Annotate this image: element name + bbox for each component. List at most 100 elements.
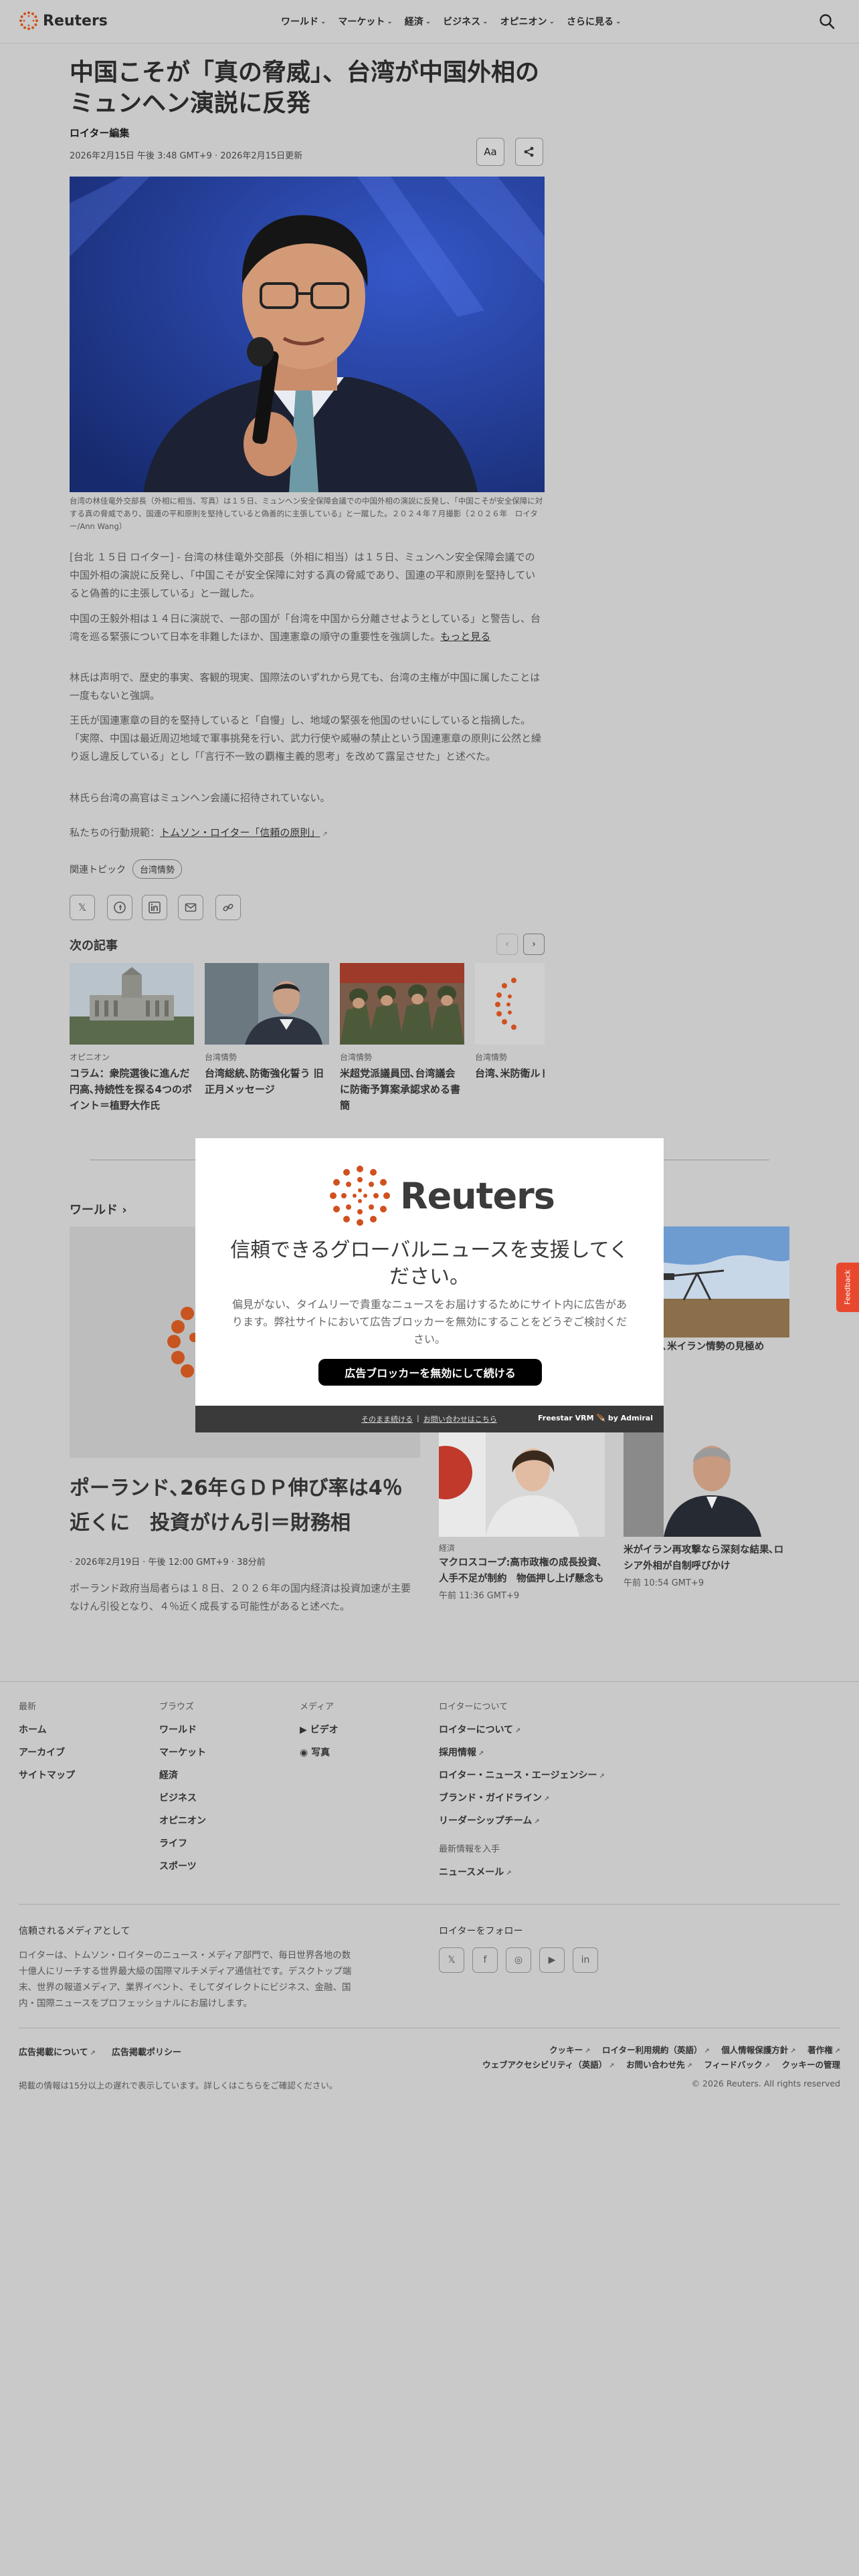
nav-item-markets[interactable]: マーケット ⌄: [338, 15, 392, 28]
chevron-down-icon: ⌄: [387, 17, 393, 25]
ad-link[interactable]: 広告掲載ポリシー: [112, 2045, 181, 2058]
nav-item-economy[interactable]: 経済 ⌄: [405, 15, 431, 28]
footer-link[interactable]: ワールド: [159, 1723, 206, 1736]
legal-link-label: ウェブアクセシビリティ（英語）: [482, 2060, 607, 2070]
youtube-icon: ▶: [548, 1955, 556, 1965]
nav-label: ビジネス: [443, 17, 481, 27]
external-link-icon: ↗: [704, 2048, 710, 2055]
legal-link[interactable]: クッキー ↗: [549, 2045, 590, 2055]
feedback-tab[interactable]: Feedback: [836, 1263, 859, 1312]
nav-item-business[interactable]: ビジネス ⌄: [443, 15, 488, 28]
share-facebook-button[interactable]: [107, 895, 132, 920]
footer-heading: ロイターをフォロー: [439, 1926, 523, 1937]
topic-pill[interactable]: 台湾情勢: [132, 859, 183, 879]
legal-link[interactable]: 著作権 ↗: [807, 2045, 840, 2055]
legal-link[interactable]: クッキーの管理: [781, 2060, 840, 2070]
follow-youtube-button[interactable]: ▶: [539, 1947, 565, 1973]
logo-text: Reuters: [43, 12, 108, 29]
continue-link[interactable]: そのまま続ける: [361, 1414, 413, 1424]
side-story-image: [624, 1426, 789, 1537]
footer-link[interactable]: リーダーシップチーム ↗: [439, 1814, 605, 1827]
footer-link-label: ブランド・ガイドライン: [439, 1793, 542, 1804]
external-link-icon: ↗: [585, 2048, 591, 2055]
instagram-icon: ◎: [514, 1955, 523, 1965]
next-article-card[interactable]: 台湾情勢 台湾､米防衛ルドAIと提携 無人システム: [475, 963, 545, 1081]
next-article-card[interactable]: 台湾情勢 台湾総統､防衛強化誓う 旧正月メッセージ: [205, 963, 329, 1097]
legal-link[interactable]: ウェブアクセシビリティ（英語） ↗: [482, 2060, 615, 2070]
building-photo: [70, 963, 194, 1045]
external-link-icon: ↗: [790, 2048, 796, 2055]
admiral-credit[interactable]: Freestar VRM 🪶 by Admiral: [538, 1414, 653, 1422]
footer-link[interactable]: ライフ: [159, 1836, 206, 1850]
footer-link[interactable]: スポーツ: [159, 1859, 206, 1872]
external-link-icon: ↗: [609, 2062, 615, 2070]
main-nav: ワールド ⌄ マーケット ⌄ 経済 ⌄ ビジネス ⌄ オピニオン ⌄ さらに見る ⌄: [281, 15, 621, 28]
share-button[interactable]: [515, 138, 543, 166]
card-image: [70, 963, 194, 1045]
ad-link[interactable]: 広告掲載について ↗: [19, 2045, 96, 2058]
footer-link[interactable]: ビジネス: [159, 1791, 206, 1804]
side-story-title: マクロスコープ:高市政権の成長投資､人手不足が制約 物価押し上げ懸念も: [439, 1558, 604, 1584]
external-link-icon: ↗: [322, 831, 328, 838]
read-more-link[interactable]: もっと見る: [440, 631, 490, 643]
footer-link[interactable]: オピニオン: [159, 1814, 206, 1827]
reuters-logo-icon: [330, 1166, 390, 1226]
share-x-button[interactable]: 𝕏: [70, 895, 95, 920]
legal-link[interactable]: ロイター利用規約（英語） ↗: [602, 2045, 710, 2055]
nav-item-opinion[interactable]: オピニオン ⌄: [500, 15, 555, 28]
footer-link[interactable]: ロイター・ニュース・エージェンシー ↗: [439, 1768, 605, 1782]
nav-item-more[interactable]: さらに見る ⌄: [567, 15, 621, 28]
next-article-card[interactable]: 台湾情勢 米超党派議員団､台湾議会に防衛予算案承認求める書簡: [340, 963, 464, 1113]
footer-link[interactable]: 経済: [159, 1768, 206, 1782]
footer-heading: メディア: [300, 1702, 335, 1712]
disable-adblock-button[interactable]: 広告ブロッカーを無効にして続ける: [318, 1359, 542, 1386]
lead-story-title[interactable]: ポーランド､26年ＧＤＰ伸び率は4％近くに 投資がけん引＝財務相: [70, 1471, 420, 1541]
article-photo: [70, 177, 545, 492]
follow-x-button[interactable]: 𝕏: [439, 1947, 464, 1973]
card-title: 台湾､米防衛ルドAIと提携 無人システム: [475, 1067, 545, 1079]
legal-link[interactable]: お問い合わせ先 ↗: [626, 2060, 692, 2070]
modal-logo-text: Reuters: [400, 1174, 555, 1217]
share-email-button[interactable]: [178, 895, 203, 920]
reuters-logo[interactable]: Reuters: [19, 11, 108, 31]
text-size-button[interactable]: Aa: [476, 138, 504, 166]
footer-link[interactable]: マーケット: [159, 1745, 206, 1759]
text-size-label: Aa: [484, 146, 497, 158]
external-link-icon: ↗: [686, 2062, 692, 2070]
follow-facebook-button[interactable]: f: [472, 1947, 498, 1973]
footer-link[interactable]: ロイターについて ↗: [439, 1723, 605, 1736]
footer-link[interactable]: サイトマップ: [19, 1768, 75, 1782]
external-link-icon: ↗: [506, 1870, 512, 1877]
next-article-card[interactable]: オピニオン コラム：衆院選後に進んだ円高､持続性を探る4つのポイント＝植野大作氏: [70, 963, 194, 1113]
footer-link[interactable]: ホーム: [19, 1723, 75, 1736]
footer-col-media: メディア ▶︎ ビデオ ◉ 写真: [300, 1699, 339, 1768]
x-icon: 𝕏: [448, 1955, 456, 1965]
principles-link[interactable]: トムソン・ロイター「信頼の原則」: [160, 827, 320, 839]
legal-link[interactable]: 個人情報保護方針 ↗: [721, 2045, 795, 2055]
carousel-prev-button[interactable]: ‹: [496, 934, 518, 955]
search-icon[interactable]: [818, 12, 836, 31]
external-link-icon: ↗: [534, 1818, 540, 1826]
follow-instagram-button[interactable]: ◎: [506, 1947, 531, 1973]
share-linkedin-button[interactable]: [142, 895, 167, 920]
copy-link-button[interactable]: [215, 895, 241, 920]
carousel-next-button[interactable]: ›: [523, 934, 545, 955]
nav-item-world[interactable]: ワールド ⌄: [281, 15, 326, 28]
side-story-card[interactable]: 経済 マクロスコープ:高市政権の成長投資､人手不足が制約 物価押し上げ懸念も 午…: [439, 1426, 605, 1601]
related-topics: 関連トピック 台湾情勢: [70, 859, 183, 879]
footer-link[interactable]: アーカイブ: [19, 1745, 75, 1759]
footer-link[interactable]: 採用情報 ↗: [439, 1745, 605, 1759]
contact-link[interactable]: お問い合わせはこちら: [423, 1414, 497, 1424]
speaker-photo-illustration: [70, 177, 545, 492]
footer-link-photo[interactable]: ◉ 写真: [300, 1745, 339, 1759]
side-story-card[interactable]: 米がイラン再攻撃なら深刻な結果､ロシア外相が自制呼びかけ 午前 10:54 GM…: [624, 1426, 789, 1588]
delay-note[interactable]: 掲載の情報は15分以上の遅れで表示しています。詳しくはこちらをご確認ください。: [19, 2078, 337, 2091]
footer-link[interactable]: ニュースメール ↗: [439, 1865, 605, 1879]
footer-link-video[interactable]: ▶︎ ビデオ: [300, 1723, 339, 1736]
footer-link[interactable]: ブランド・ガイドライン ↗: [439, 1791, 605, 1804]
article-byline[interactable]: ロイター編集: [70, 126, 129, 140]
footer-link-label: リーダーシップチーム: [439, 1816, 533, 1826]
follow-linkedin-button[interactable]: in: [573, 1947, 598, 1973]
world-section-title[interactable]: ワールド ›: [70, 1200, 127, 1218]
legal-link[interactable]: フィードバック ↗: [704, 2060, 770, 2070]
